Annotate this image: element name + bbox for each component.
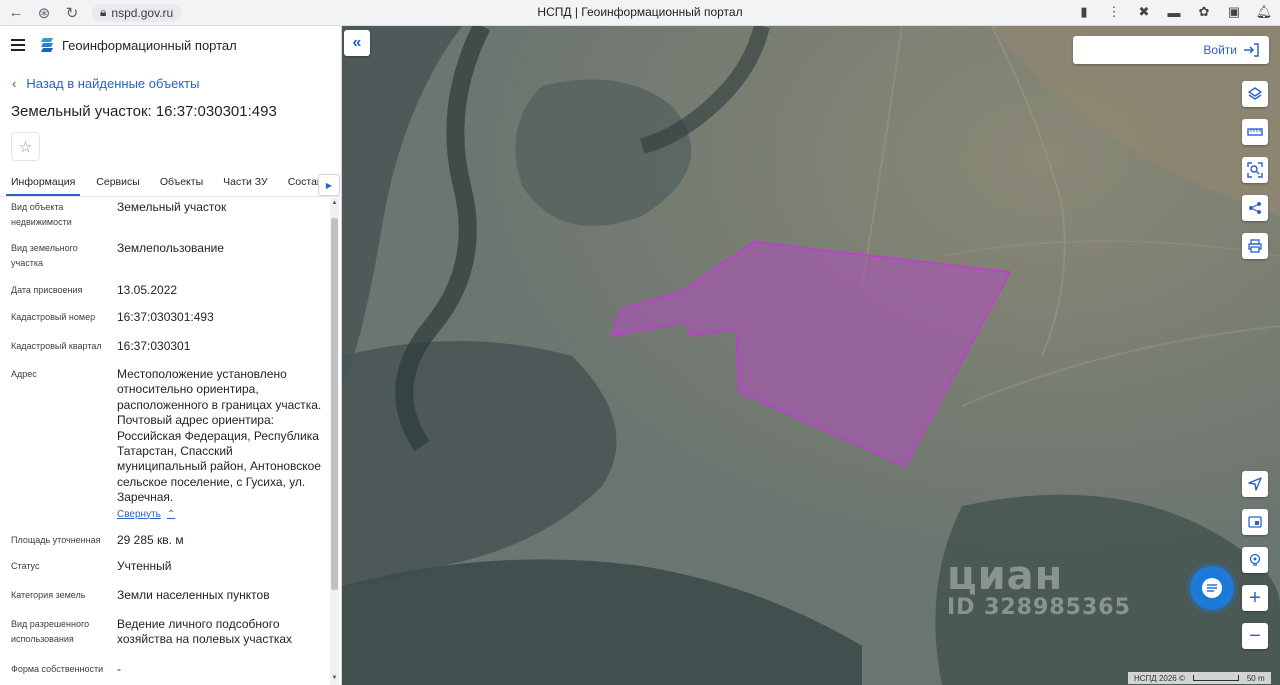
chevron-up-icon: ⌃ xyxy=(166,508,176,520)
collapse-label: Свернуть xyxy=(117,508,161,520)
scrollbar-thumb[interactable] xyxy=(331,218,338,590)
url-text: nspd.gov.ru xyxy=(111,5,174,20)
property-label: Адрес xyxy=(11,369,37,379)
double-chevron-left-icon: « xyxy=(352,34,362,51)
watermark-brand: циан xyxy=(947,553,1064,599)
collapse-panel-button[interactable]: « xyxy=(344,30,370,56)
extensions-menu-icon[interactable]: 🔔︎ xyxy=(1254,2,1274,22)
chat-icon xyxy=(1202,578,1222,598)
property-label: Площадь уточненная xyxy=(11,535,101,545)
select-area-button[interactable] xyxy=(1242,157,1268,183)
object-info-panel: Геоинформационный портал ‹ Назад в найде… xyxy=(0,26,342,685)
ruler-icon xyxy=(1247,128,1263,136)
location-pin-icon xyxy=(1249,553,1261,566)
tab-objects[interactable]: Объекты xyxy=(160,170,203,196)
lock-icon: 🔒︎ xyxy=(100,5,107,19)
property-label: Вид земельного участка xyxy=(11,243,78,268)
property-value: Земли населенных пунктов xyxy=(117,588,270,602)
menu-icon[interactable] xyxy=(11,39,25,51)
star-icon: ☆ xyxy=(18,138,33,156)
chevron-left-icon: ‹ xyxy=(12,76,17,91)
zoom-in-button[interactable]: + xyxy=(1242,585,1268,611)
scroll-down-icon[interactable]: ▼ xyxy=(331,675,338,683)
property-label: Форма собственности xyxy=(11,664,104,674)
extension-icon[interactable]: ▣ xyxy=(1224,2,1244,22)
browser-toolbar: ← ⊛ ↻ 🔒︎ nspd.gov.ru НСПД | Геоинформаци… xyxy=(0,0,1280,26)
measure-button[interactable] xyxy=(1242,119,1268,145)
scale-label: 50 m xyxy=(1246,673,1265,683)
layers-button[interactable] xyxy=(1242,81,1268,107)
layers-icon xyxy=(1248,87,1262,100)
property-label: Статус xyxy=(11,561,40,571)
chat-button[interactable] xyxy=(1190,566,1234,610)
favorite-button[interactable]: ☆ xyxy=(11,132,40,161)
property-label: Вид объекта недвижимости xyxy=(11,202,72,227)
tab-information[interactable]: Информация xyxy=(6,170,81,196)
print-button[interactable] xyxy=(1242,233,1268,259)
back-icon[interactable]: ← xyxy=(4,1,28,25)
share-button[interactable] xyxy=(1242,195,1268,221)
property-value: 16:37:030301:493 xyxy=(117,310,214,324)
copyright-text: НСПД 2026 © xyxy=(1134,673,1185,683)
map-footer: НСПД 2026 © 50 m xyxy=(1128,672,1271,684)
login-button[interactable]: Войти xyxy=(1073,36,1269,64)
property-value: 16:37:030301 xyxy=(117,339,191,353)
watermark: циан ID 328985365 xyxy=(947,553,1131,620)
print-icon xyxy=(1248,239,1262,253)
collapse-address-link[interactable]: Свернуть ⌃ xyxy=(117,507,175,522)
minimap-button[interactable] xyxy=(1242,509,1268,535)
property-label: Кадастровый номер xyxy=(11,312,96,322)
properties-list: Вид объекта недвижимости Земельный участ… xyxy=(0,197,330,685)
property-value: 13.05.2022 xyxy=(117,283,178,297)
extension-icon[interactable]: ✿ xyxy=(1194,2,1214,22)
extension-icon[interactable]: ✖ xyxy=(1134,2,1154,22)
back-to-results-link[interactable]: ‹ Назад в найденные объекты xyxy=(12,76,199,91)
property-value-address: Местоположение установлено относительно … xyxy=(117,367,325,522)
tab-services[interactable]: Сервисы xyxy=(96,170,140,196)
tabs-scroll-right-button[interactable]: ▶ xyxy=(318,174,340,196)
share-icon xyxy=(1249,202,1261,214)
watermark-id: ID 328985365 xyxy=(947,595,1131,620)
bookmark-icon[interactable]: ▮ xyxy=(1074,2,1094,22)
address-text: Местоположение установлено относительно … xyxy=(117,367,322,505)
scroll-up-icon[interactable]: ▲ xyxy=(331,200,338,208)
map-view[interactable]: « Войти + − циан ID 328985365 НСПД 2026 … xyxy=(342,26,1280,685)
object-title: Земельный участок: 16:37:030301:493 xyxy=(11,103,277,120)
property-value: - xyxy=(117,662,121,676)
portal-logo-icon xyxy=(41,38,53,52)
back-link-label: Назад в найденные объекты xyxy=(26,76,200,91)
yandex-icon[interactable]: ⊛ xyxy=(32,1,56,25)
tab-bar: Информация Сервисы Объекты Части ЗУ Сост… xyxy=(0,170,341,197)
zoom-out-button[interactable]: − xyxy=(1242,623,1268,649)
address-bar[interactable]: 🔒︎ nspd.gov.ru xyxy=(92,3,182,22)
property-label: Кадастровый квартал xyxy=(11,341,102,351)
portal-title: Геоинформационный портал xyxy=(62,37,237,53)
area-select-icon xyxy=(1247,162,1263,178)
minus-icon: − xyxy=(1249,625,1261,647)
property-value: Ведение личного подсобного хозяйства на … xyxy=(117,617,293,647)
property-value: Землепользование xyxy=(117,241,224,255)
menu-dots-icon[interactable]: ⋮ xyxy=(1104,2,1124,22)
login-icon xyxy=(1244,43,1259,57)
location-search-button[interactable] xyxy=(1242,547,1268,573)
property-value: 29 285 кв. м xyxy=(117,533,184,547)
login-label: Войти xyxy=(1203,43,1237,57)
panel-header: Геоинформационный портал xyxy=(0,26,341,64)
property-label: Вид разрешенного использования xyxy=(11,619,90,644)
satellite-imagery xyxy=(342,26,1280,685)
plus-icon: + xyxy=(1249,587,1261,609)
tab-parts[interactable]: Части ЗУ xyxy=(223,170,268,196)
scale-bar xyxy=(1192,675,1239,681)
panel-scrollbar[interactable]: ▲ ▼ xyxy=(330,198,339,685)
geolocate-button[interactable] xyxy=(1242,471,1268,497)
minimap-icon xyxy=(1248,516,1262,528)
property-label: Категория земель xyxy=(11,590,86,600)
property-value: Учтенный xyxy=(117,559,172,573)
reload-icon[interactable]: ↻ xyxy=(60,1,84,25)
property-label: Дата присвоения xyxy=(11,285,83,295)
extension-icon[interactable]: ▬ xyxy=(1164,2,1184,22)
navigation-arrow-icon xyxy=(1248,477,1262,491)
property-value: Земельный участок xyxy=(117,200,227,214)
